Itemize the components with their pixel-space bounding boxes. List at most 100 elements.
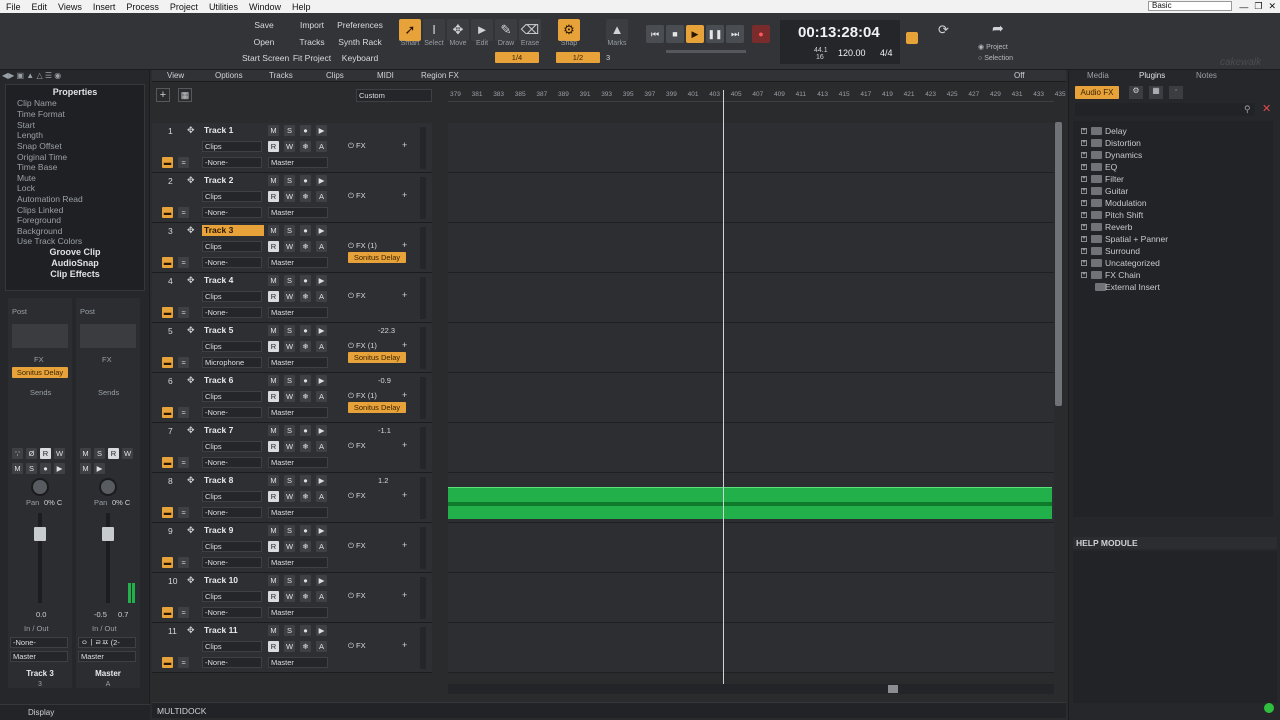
clips-select[interactable]: Clips xyxy=(202,541,262,552)
automation-icon[interactable]: ≈ xyxy=(178,307,189,318)
add-fx-icon[interactable]: + xyxy=(402,240,407,250)
track-header[interactable]: 3 ✥ Track 3 M S ● ▶ Clips R W ❄ A -None- Master ▬ ≈ ⏻ FX… xyxy=(152,223,432,273)
solo-button[interactable]: S xyxy=(284,475,295,486)
track-icon[interactable]: ▬ xyxy=(162,457,173,468)
automation-icon[interactable]: ≈ xyxy=(178,257,189,268)
close-icon[interactable]: ✕ xyxy=(1268,1,1276,12)
arm-button[interactable]: ● xyxy=(300,575,311,586)
track-drag-icon[interactable]: ✥ xyxy=(187,575,195,586)
menu-help[interactable]: Help xyxy=(286,2,316,12)
prop-mute[interactable]: Mute xyxy=(17,173,36,183)
freeze-button[interactable]: ❄ xyxy=(300,391,311,402)
track-name[interactable]: Track 1 xyxy=(202,125,264,136)
plugin-category[interactable]: Guitar xyxy=(1105,186,1128,196)
menu-process[interactable]: Process xyxy=(120,2,164,12)
restore-icon[interactable]: ❐ xyxy=(1254,1,1262,12)
expand-icon[interactable]: + xyxy=(1081,128,1087,134)
record-icon[interactable]: ● xyxy=(752,25,770,43)
track-icon[interactable]: ▬ xyxy=(162,657,173,668)
output-select[interactable]: Master xyxy=(268,457,328,468)
write-button[interactable]: W xyxy=(284,641,295,652)
plugin-category[interactable]: Pitch Shift xyxy=(1105,210,1143,220)
archive-button[interactable]: A xyxy=(316,291,327,302)
tracks-button[interactable]: Tracks xyxy=(292,37,332,47)
monitor-button-left[interactable]: ▶ xyxy=(54,463,65,474)
custom-select[interactable]: Custom xyxy=(356,89,432,102)
prop-use-track-colors[interactable]: Use Track Colors xyxy=(17,236,82,246)
plugin-category[interactable]: Spatial + Panner xyxy=(1105,234,1168,244)
plugin-category[interactable]: Filter xyxy=(1105,174,1124,184)
input-echo-button[interactable]: ▶ xyxy=(316,375,327,386)
prop-original-time[interactable]: Original Time xyxy=(17,152,67,162)
input-echo-button[interactable]: ▶ xyxy=(316,425,327,436)
arm-button[interactable]: ● xyxy=(300,425,311,436)
clips-select[interactable]: Clips xyxy=(202,191,262,202)
plugin-category[interactable]: Uncategorized xyxy=(1105,258,1160,268)
menu-window[interactable]: Window xyxy=(243,2,286,12)
plugin-category[interactable]: Surround xyxy=(1105,246,1140,256)
arm-button-left[interactable]: ● xyxy=(40,463,51,474)
track-lane[interactable] xyxy=(448,573,1054,623)
plugin-category[interactable]: Dynamics xyxy=(1105,150,1142,160)
track-drag-icon[interactable]: ✥ xyxy=(187,125,195,136)
automation-icon[interactable]: ≈ xyxy=(178,557,189,568)
archive-button[interactable]: A xyxy=(316,341,327,352)
expand-icon[interactable]: + xyxy=(1081,272,1087,278)
fx-plugin-slot[interactable]: Sonitus Delay xyxy=(348,402,406,413)
archive-button[interactable]: A xyxy=(316,591,327,602)
solo-button[interactable]: S xyxy=(284,625,295,636)
inspector-tabs[interactable]: ◀▶ ▣ ▲ △ ☰ ◉ xyxy=(2,71,148,81)
track-name[interactable]: Track 10 xyxy=(202,575,264,586)
input-select[interactable]: -None- xyxy=(202,207,262,218)
section-audiosnap[interactable]: AudioSnap xyxy=(0,258,150,268)
strip-plugin-sonitus-delay[interactable]: Sonitus Delay xyxy=(12,367,68,378)
arm-button[interactable]: ● xyxy=(300,625,311,636)
start-screen-button[interactable]: Start Screen xyxy=(242,53,289,63)
add-fx-icon[interactable]: + xyxy=(402,290,407,300)
mute-button-right[interactable]: M xyxy=(80,448,91,459)
meter-value[interactable]: 4/4 xyxy=(880,48,893,58)
solo-button-right[interactable]: S xyxy=(94,448,105,459)
input-select[interactable]: -None- xyxy=(202,457,262,468)
fx-bin-label[interactable]: ⏻ FX xyxy=(348,291,366,301)
track-drag-icon[interactable]: ✥ xyxy=(187,175,195,186)
solo-button[interactable]: S xyxy=(284,425,295,436)
track-lane[interactable] xyxy=(448,323,1054,373)
plugin-category[interactable]: Delay xyxy=(1105,126,1127,136)
fx-plugin-slot[interactable]: Sonitus Delay xyxy=(348,352,406,363)
input-select[interactable]: -None- xyxy=(202,257,262,268)
fx-bin-label[interactable]: ⏻ FX xyxy=(348,191,366,201)
select-tool-icon[interactable]: I xyxy=(423,19,445,41)
add-fx-icon[interactable]: + xyxy=(402,640,407,650)
synth-rack-button[interactable]: Synth Rack xyxy=(336,37,384,47)
arm-button[interactable]: ● xyxy=(300,225,311,236)
automation-icon[interactable]: ≈ xyxy=(178,357,189,368)
plugin-category[interactable]: External Insert xyxy=(1105,282,1160,292)
tv-menu-midi[interactable]: MIDI xyxy=(377,71,394,80)
tab-plugins[interactable]: Plugins xyxy=(1139,71,1165,80)
mute2-button-right[interactable]: M xyxy=(80,463,91,474)
clips-select[interactable]: Clips xyxy=(202,591,262,602)
track-icon[interactable]: ▬ xyxy=(162,207,173,218)
expand-icon[interactable]: + xyxy=(1081,212,1087,218)
marks-icon[interactable]: ▲ xyxy=(606,19,628,41)
marks-value[interactable]: 1/2 xyxy=(556,52,600,63)
track-volume[interactable]: -1.1 xyxy=(378,426,391,435)
track-lane[interactable] xyxy=(448,473,1054,523)
mute-button[interactable]: M xyxy=(268,325,279,336)
horizontal-scrollbar[interactable] xyxy=(448,684,1054,694)
input-echo-button[interactable]: ▶ xyxy=(316,325,327,336)
track-header[interactable]: 10 ✥ Track 10 M S ● ▶ Clips R W ❄ A -None- Master ▬ ≈ ⏻ … xyxy=(152,573,432,623)
multidock-label[interactable]: MULTIDOCK xyxy=(157,706,206,716)
track-drag-icon[interactable]: ✥ xyxy=(187,375,195,386)
minimize-icon[interactable]: — xyxy=(1239,2,1248,12)
workspace-select[interactable]: Basic xyxy=(1148,1,1232,11)
automation-icon[interactable]: ≈ xyxy=(178,507,189,518)
h-scroll-thumb[interactable] xyxy=(888,685,898,693)
timeline-ruler[interactable]: 379 381 383 385 387 389 391 393 395 397 399 401 403 4… xyxy=(448,90,1066,102)
input-echo-button[interactable]: ▶ xyxy=(316,175,327,186)
track-name[interactable]: Track 3 xyxy=(202,225,264,236)
output-select[interactable]: Master xyxy=(268,407,328,418)
solo-button[interactable]: S xyxy=(284,325,295,336)
tempo-value[interactable]: 120.00 xyxy=(838,48,866,58)
